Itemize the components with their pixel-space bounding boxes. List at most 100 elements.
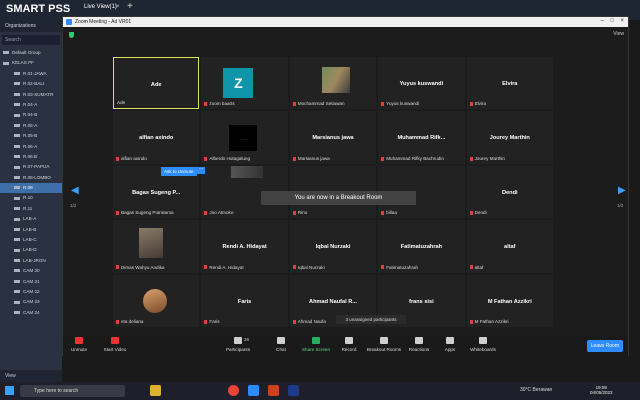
participant-tile[interactable]: Dimas Wahyu Andika bbox=[113, 220, 200, 273]
clock-date: 04/05/2023 bbox=[590, 390, 613, 395]
sidebar-item[interactable]: CAM 21 bbox=[0, 277, 62, 287]
sidebar-item[interactable]: R.09 bbox=[0, 183, 62, 194]
participant-tile[interactable]: alfian axindo alfian axindo bbox=[113, 111, 200, 164]
sidebar-heading[interactable]: Organizations bbox=[0, 20, 62, 32]
ask-to-unmute-button[interactable]: Ask to Unmute bbox=[161, 167, 197, 176]
sidebar-item[interactable]: R.01-JAWA bbox=[0, 69, 62, 79]
close-tab-icon[interactable]: × bbox=[116, 4, 120, 10]
sidebar-item[interactable]: R.03-SUMATR bbox=[0, 90, 62, 100]
windows-start-icon[interactable] bbox=[5, 386, 14, 395]
page-indicator-right: 1/2 bbox=[617, 203, 624, 208]
sidebar-item[interactable]: R.11 bbox=[0, 204, 62, 214]
sidebar-item[interactable]: R.06-A bbox=[0, 142, 62, 152]
chrome-icon[interactable] bbox=[228, 385, 239, 396]
breakout-rooms-button[interactable]: Breakout Rooms bbox=[364, 337, 404, 352]
participant-tile[interactable]: Dendi Dendi bbox=[466, 165, 553, 219]
chat-icon bbox=[277, 337, 285, 344]
sidebar-item[interactable]: Default Group bbox=[0, 48, 62, 58]
sidebar-item[interactable]: LAB-A bbox=[0, 214, 62, 224]
participant-tile[interactable]: Yuyus kuswandi Yuyus kuswandi bbox=[378, 57, 465, 110]
chat-button[interactable]: Chat bbox=[261, 337, 301, 352]
participant-tile[interactable]: Marsianus jawa Marsianus jawa bbox=[289, 111, 377, 164]
participant-tile[interactable]: Iqbal Nurzaki Iqbal Nurzaki bbox=[289, 220, 377, 273]
sidebar-item[interactable]: LAB-C bbox=[0, 235, 62, 245]
unmute-button[interactable]: Unmute bbox=[59, 337, 99, 352]
participant-tile[interactable]: Jourey Marthin Jourey Marthin bbox=[466, 111, 553, 164]
smartpss-taskbar-icon[interactable] bbox=[288, 385, 299, 396]
participant-tile[interactable]: altaf altaf bbox=[466, 220, 553, 273]
participant-tile[interactable]: Elvira Elvira bbox=[466, 57, 553, 110]
participant-name: Marsianus jawa bbox=[312, 135, 354, 142]
sidebar-item[interactable]: KELAS PF bbox=[0, 58, 62, 68]
encryption-shield-icon[interactable] bbox=[69, 32, 74, 38]
participants-button[interactable]: 26 Participants bbox=[218, 337, 258, 352]
close-window-icon[interactable]: × bbox=[620, 18, 624, 24]
sidebar-item[interactable]: R.06.B bbox=[0, 152, 62, 162]
participant-tile[interactable]: Mochammad Setiawan bbox=[289, 57, 377, 110]
sidebar-item[interactable]: R.04-A bbox=[0, 100, 62, 110]
participant-tile[interactable]: eta deliana bbox=[113, 274, 200, 327]
sidebar-item[interactable]: LAB-B bbox=[0, 225, 62, 235]
participant-label-text: Ade bbox=[117, 100, 126, 106]
muted-mic-icon bbox=[292, 210, 296, 215]
sidebar-item-label: R.06.B bbox=[23, 153, 38, 159]
participant-tile[interactable]: Muhammad Rifk... Muhammad Rifky Bachrudin bbox=[378, 111, 465, 164]
sidebar-item[interactable]: LAB-D bbox=[0, 245, 62, 255]
sidebar-item[interactable]: LAB-JRGN bbox=[0, 256, 62, 266]
file-explorer-icon[interactable] bbox=[150, 385, 161, 396]
sidebar-search-input[interactable]: Search bbox=[2, 35, 60, 45]
participant-tile[interactable]: …… Alberdo Hutagalung bbox=[201, 111, 288, 164]
participant-label: Ade bbox=[117, 100, 125, 105]
sidebar-item-label: LAB-C bbox=[23, 237, 37, 243]
whiteboards-button[interactable]: Whiteboards bbox=[463, 337, 503, 352]
sidebar-item-label: R.04-B bbox=[23, 112, 38, 118]
leave-room-button[interactable]: Leave Room bbox=[586, 340, 623, 352]
sidebar-item[interactable]: R.10 bbox=[0, 193, 62, 203]
more-options-icon[interactable]: ··· bbox=[197, 167, 205, 174]
sidebar-item[interactable]: R.04-B bbox=[0, 110, 62, 120]
sidebar-item-label: R.04-A bbox=[23, 101, 38, 107]
participant-tile[interactable]: M Fathan Azzikri M Fathan Azzikri bbox=[466, 274, 553, 327]
taskbar-search-input[interactable]: Type here to search bbox=[20, 385, 125, 397]
video-feed-text: …… bbox=[239, 136, 248, 142]
participant-tile[interactable]: Fatimatuzahrah Fatimatuzahrah bbox=[378, 220, 465, 273]
participant-label: Bagas Sugeng Putratama bbox=[116, 210, 174, 215]
start-video-button[interactable]: Start Video bbox=[95, 337, 135, 352]
sidebar-view-button[interactable]: View bbox=[0, 370, 62, 382]
minimize-icon[interactable]: – bbox=[601, 18, 604, 24]
participant-tile[interactable]: Faris Faris bbox=[201, 274, 288, 327]
next-page-icon[interactable]: ▶ bbox=[618, 185, 626, 196]
sidebar-item[interactable]: R.07-PAPUA bbox=[0, 162, 62, 172]
participant-tile[interactable]: Rendi A. Hidayat Rendi A. Hidayat bbox=[201, 220, 288, 273]
camera-icon bbox=[14, 103, 20, 107]
sidebar-item[interactable]: CAM 20 bbox=[0, 266, 62, 276]
participant-name: Jourey Marthin bbox=[489, 135, 530, 142]
app-icon[interactable] bbox=[268, 385, 279, 396]
sidebar-item[interactable]: CAM 22 bbox=[0, 287, 62, 297]
maximize-icon[interactable]: □ bbox=[610, 18, 614, 24]
participant-tile[interactable]: Ade Ade bbox=[113, 57, 200, 110]
sidebar-item[interactable]: R.05-B bbox=[0, 131, 62, 141]
weather-widget[interactable]: 30°C Berawan bbox=[520, 387, 552, 393]
participant-label: Elvira bbox=[469, 101, 486, 106]
sidebar-item[interactable]: CAM 24 bbox=[0, 308, 62, 318]
zoom-taskbar-icon[interactable] bbox=[248, 385, 259, 396]
muted-mic-icon bbox=[204, 102, 208, 107]
sidebar-item[interactable]: R.08-LOMBO bbox=[0, 173, 62, 183]
prev-page-icon[interactable]: ◀ bbox=[71, 185, 79, 196]
tab-live-view[interactable]: Live View(1) bbox=[84, 4, 117, 10]
participant-label-text: Faris bbox=[209, 319, 220, 324]
view-button[interactable]: View bbox=[613, 31, 624, 37]
muted-mic-icon bbox=[381, 156, 385, 161]
chat-label: Chat bbox=[276, 347, 286, 352]
sidebar-item[interactable]: R.05-A bbox=[0, 121, 62, 131]
sidebar-item[interactable]: CAM 23 bbox=[0, 297, 62, 307]
participant-tile[interactable]: Zzoom baa04 bbox=[201, 57, 288, 110]
sidebar-item[interactable]: R.02-BALI bbox=[0, 79, 62, 89]
taskbar-clock[interactable]: 19:08 04/05/2023 bbox=[590, 385, 613, 395]
muted-mic-icon bbox=[292, 319, 296, 324]
sidebar-item-label: R.05-A bbox=[23, 122, 38, 128]
add-tab-icon[interactable]: + bbox=[127, 1, 133, 12]
record-button[interactable]: Record bbox=[329, 337, 369, 352]
camera-icon bbox=[14, 124, 20, 128]
